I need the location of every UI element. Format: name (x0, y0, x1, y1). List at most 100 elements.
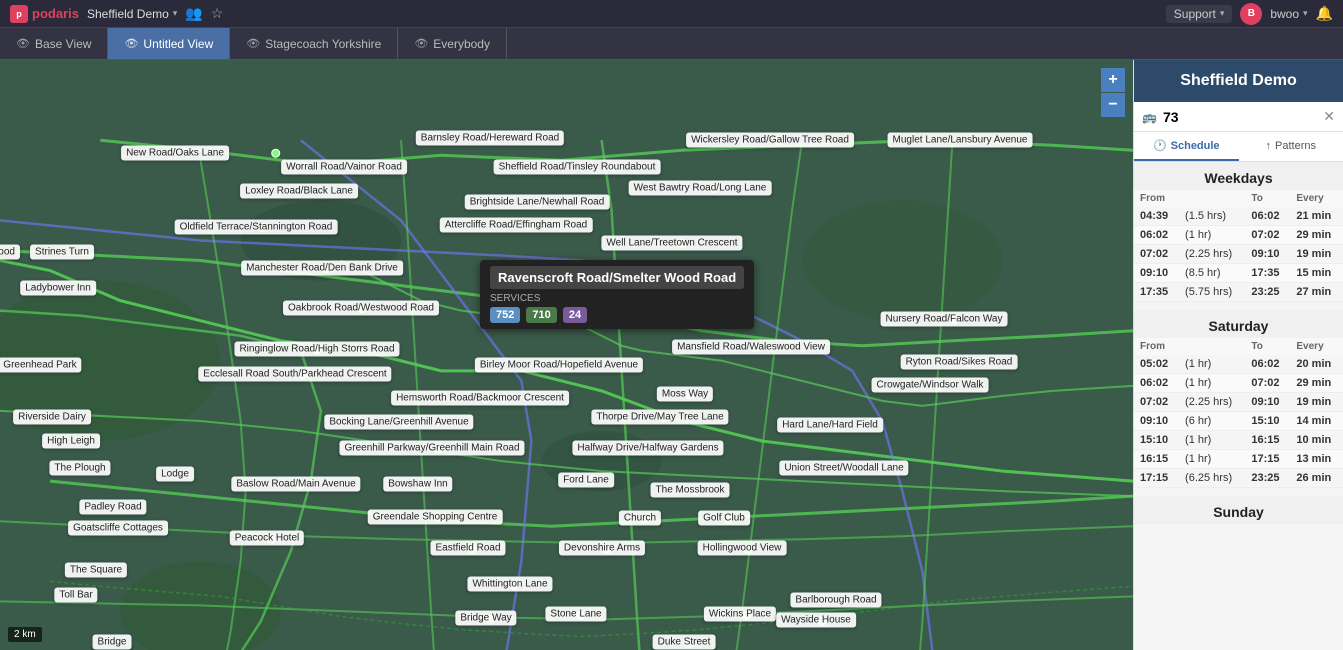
zoom-in-button[interactable]: + (1101, 68, 1125, 92)
panel-header: Sheffield Demo (1134, 60, 1343, 102)
map-zoom-controls: + − (1101, 68, 1125, 117)
tab-patterns[interactable]: ↑ Patterns (1239, 132, 1343, 161)
view-tabs: 👁Base View👁Untitled View👁Stagecoach York… (0, 28, 1343, 60)
zoom-out-button[interactable]: − (1101, 93, 1125, 117)
every-interval: 10 min (1290, 431, 1343, 450)
to-time: 16:15 (1245, 431, 1290, 450)
right-panel: Sheffield Demo 🚌 ✕ 🕐 Schedule ↑ Patterns… (1133, 60, 1343, 650)
every-interval: 29 min (1290, 226, 1343, 245)
table-row: 05:02 (1 hr) 06:02 20 min (1134, 355, 1343, 374)
to-time: 06:02 (1245, 355, 1290, 374)
every-interval: 13 min (1290, 450, 1343, 469)
table-row: 15:10 (1 hr) 16:15 10 min (1134, 431, 1343, 450)
table-row: 07:02 (2.25 hrs) 09:10 19 min (1134, 245, 1343, 264)
table-row: 06:02 (1 hr) 07:02 29 min (1134, 374, 1343, 393)
search-close-icon[interactable]: ✕ (1323, 108, 1335, 125)
duration: (2.25 hrs) (1179, 393, 1245, 412)
duration: (6.25 hrs) (1179, 469, 1245, 488)
saturday-section: Saturday From To Every 05:02 (1 hr) 06:0… (1134, 310, 1343, 496)
weekdays-section: Weekdays From To Every 04:39 (1.5 hrs) 0… (1134, 162, 1343, 310)
route-search-input[interactable] (1163, 109, 1317, 125)
table-row: 09:10 (6 hr) 15:10 14 min (1134, 412, 1343, 431)
tab-label: Everybody (433, 37, 490, 51)
from-time: 16:15 (1134, 450, 1179, 469)
users-icon[interactable]: 👥 (185, 5, 202, 22)
from-time: 06:02 (1134, 374, 1179, 393)
every-interval: 21 min (1290, 207, 1343, 226)
duration: (2.25 hrs) (1179, 245, 1245, 264)
sat-dur-header (1179, 338, 1245, 355)
to-header: To (1245, 190, 1290, 207)
patterns-tab-label: Patterns (1275, 140, 1316, 152)
from-time: 04:39 (1134, 207, 1179, 226)
patterns-icon: ↑ (1266, 140, 1272, 152)
sunday-title: Sunday (1134, 496, 1343, 524)
app-title-bar[interactable]: Sheffield Demo ▾ (87, 7, 177, 21)
eye-icon: 👁 (414, 37, 428, 50)
weekdays-table: From To Every 04:39 (1.5 hrs) 06:02 21 m… (1134, 190, 1343, 302)
to-time: 17:35 (1245, 264, 1290, 283)
panel-search-bar: 🚌 ✕ (1134, 102, 1343, 132)
tab-label: Stagecoach Yorkshire (265, 37, 381, 51)
scale-label: 2 km (14, 629, 36, 640)
schedule-icon: 🕐 (1153, 139, 1167, 152)
topbar-right: Support ▾ B bwoo ▾ 🔔 (1166, 3, 1333, 25)
from-time: 15:10 (1134, 431, 1179, 450)
app-logo: p podaris (10, 5, 79, 23)
tab-label: Base View (35, 37, 91, 51)
tab-base[interactable]: 👁Base View (0, 28, 108, 59)
from-time: 17:15 (1134, 469, 1179, 488)
map-area[interactable]: New Road/Oaks LaneWorrall Road/Vainor Ro… (0, 60, 1133, 650)
from-time: 05:02 (1134, 355, 1179, 374)
duration: (1 hr) (1179, 374, 1245, 393)
dur-header (1179, 190, 1245, 207)
table-row: 06:02 (1 hr) 07:02 29 min (1134, 226, 1343, 245)
tab-label: Untitled View (143, 37, 213, 51)
from-header: From (1134, 190, 1179, 207)
tab-schedule[interactable]: 🕐 Schedule (1134, 132, 1239, 161)
schedule-tab-label: Schedule (1171, 140, 1220, 152)
from-time: 07:02 (1134, 393, 1179, 412)
every-interval: 29 min (1290, 374, 1343, 393)
user-name-text: bwoo (1270, 7, 1299, 21)
to-time: 09:10 (1245, 245, 1290, 264)
from-time: 09:10 (1134, 264, 1179, 283)
sat-from-header: From (1134, 338, 1179, 355)
support-label: Support (1174, 7, 1216, 21)
eye-icon: 👁 (124, 37, 138, 50)
duration: (5.75 hrs) (1179, 283, 1245, 302)
every-interval: 15 min (1290, 264, 1343, 283)
panel-title: Sheffield Demo (1180, 72, 1296, 89)
topbar-icons: 👥 ☆ (185, 5, 223, 22)
every-interval: 26 min (1290, 469, 1343, 488)
map-scale-bar: 2 km (8, 627, 42, 642)
tab-untitled[interactable]: 👁 Untitled View (108, 28, 230, 59)
table-row: 16:15 (1 hr) 17:15 13 min (1134, 450, 1343, 469)
duration: (1.5 hrs) (1179, 207, 1245, 226)
tab-stagecoach[interactable]: 👁Stagecoach Yorkshire (230, 28, 398, 59)
every-interval: 27 min (1290, 283, 1343, 302)
tab-everybody[interactable]: 👁 Everybody (398, 28, 507, 59)
sat-every-header: Every (1290, 338, 1343, 355)
support-dropdown-icon: ▾ (1220, 8, 1225, 19)
route-icon: 🚌 (1142, 110, 1157, 124)
star-icon[interactable]: ☆ (211, 5, 224, 22)
user-avatar: B (1240, 3, 1262, 25)
from-time: 09:10 (1134, 412, 1179, 431)
user-name[interactable]: bwoo ▾ (1270, 7, 1307, 21)
sat-to-header: To (1245, 338, 1290, 355)
every-header: Every (1290, 190, 1343, 207)
every-interval: 19 min (1290, 245, 1343, 264)
support-button[interactable]: Support ▾ (1166, 5, 1233, 23)
logo-icon: p (10, 5, 28, 23)
duration: (1 hr) (1179, 431, 1245, 450)
every-interval: 14 min (1290, 412, 1343, 431)
from-time: 07:02 (1134, 245, 1179, 264)
every-interval: 20 min (1290, 355, 1343, 374)
table-row: 09:10 (8.5 hr) 17:35 15 min (1134, 264, 1343, 283)
to-time: 07:02 (1245, 226, 1290, 245)
saturday-title: Saturday (1134, 310, 1343, 338)
notification-icon[interactable]: 🔔 (1316, 5, 1333, 22)
app-title-text: Sheffield Demo (87, 7, 169, 21)
user-dropdown-icon: ▾ (1303, 8, 1308, 19)
